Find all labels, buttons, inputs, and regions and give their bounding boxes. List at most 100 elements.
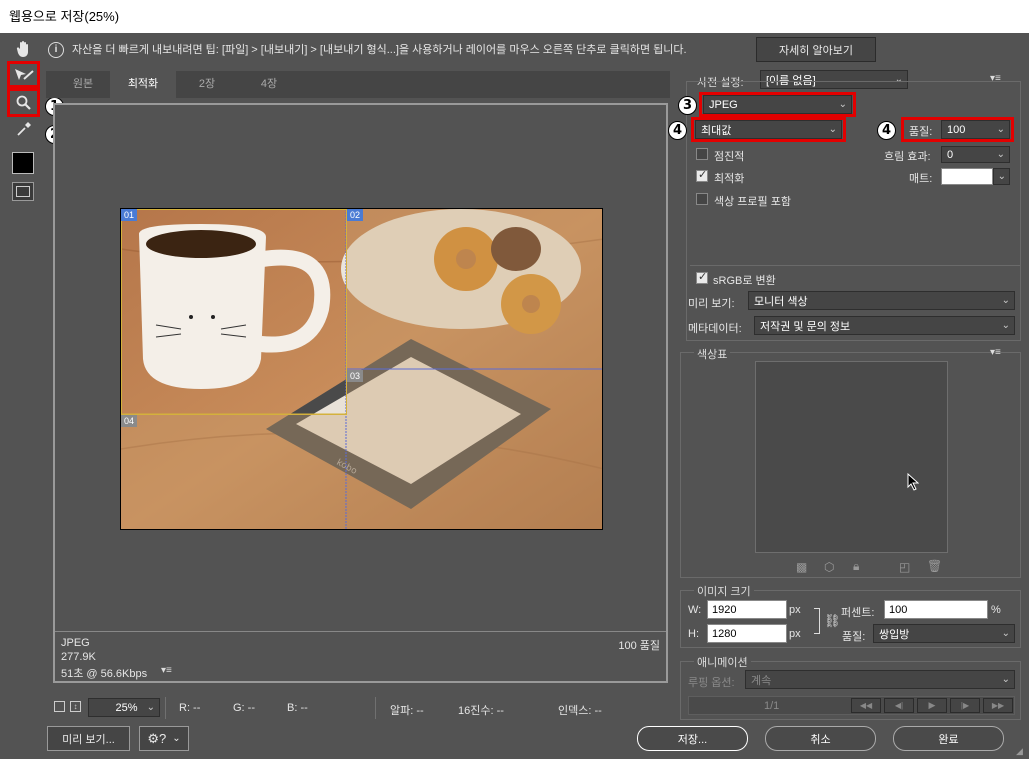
checkmark-icon: ✓ bbox=[698, 271, 708, 283]
width-label: W: bbox=[688, 604, 702, 616]
quality-input[interactable]: 100 ⌄ bbox=[941, 120, 1010, 139]
frame-counter: 1/1 bbox=[764, 700, 780, 712]
toggle-slices-icon[interactable] bbox=[12, 182, 34, 201]
eyedropper-icon[interactable] bbox=[10, 117, 38, 141]
slice-label-02: 02 bbox=[347, 209, 364, 221]
embed-profile-label: 색상 프로필 포함 bbox=[714, 196, 791, 208]
status-separator bbox=[165, 697, 166, 719]
hand-icon[interactable] bbox=[10, 37, 38, 61]
color-table-menu-icon[interactable]: ▾≡ bbox=[990, 347, 1001, 358]
optimized-checkbox[interactable]: ✓ bbox=[696, 169, 708, 182]
matte-dropdown[interactable]: ⌄ bbox=[993, 168, 1010, 185]
web-snap-icon[interactable]: ⬡ bbox=[824, 560, 834, 574]
save-button[interactable]: 저장... bbox=[637, 726, 748, 751]
play-icon[interactable]: ▶ bbox=[917, 698, 947, 713]
info-format: JPEG bbox=[61, 637, 90, 649]
status-hex: 16진수: -- bbox=[458, 705, 504, 717]
chevron-down-icon: ⌄ bbox=[1001, 320, 1010, 331]
learn-more-button[interactable]: 자세히 알아보기 bbox=[756, 37, 876, 62]
status-b: B: -- bbox=[287, 702, 308, 714]
sync-view-icon[interactable]: ↕ bbox=[70, 701, 81, 712]
chevron-down-icon: ⌄ bbox=[146, 702, 155, 713]
browser-preview-button[interactable]: ⚙? ⌄ bbox=[139, 726, 189, 751]
map-transparency-icon[interactable]: ▩ bbox=[796, 560, 807, 574]
chevron-down-icon: ⌄ bbox=[838, 99, 847, 110]
resample-label: 품질: bbox=[842, 631, 866, 643]
divider bbox=[690, 265, 1020, 266]
color-table-label: 색상표 bbox=[694, 346, 731, 362]
resize-grip-icon[interactable]: ◢ bbox=[1016, 746, 1023, 757]
metadata-select[interactable]: 저작권 및 문의 정보 ⌄ bbox=[754, 316, 1015, 335]
annotation-badge-4a: 4 bbox=[668, 121, 687, 140]
browser-help-icon: ⚙? bbox=[147, 730, 167, 746]
quality-value: 100 bbox=[947, 123, 966, 136]
preview-button[interactable]: 미리 보기... bbox=[47, 726, 130, 751]
tab-4up[interactable]: 4장 bbox=[238, 71, 300, 98]
preview-select[interactable]: 모니터 색상 ⌄ bbox=[748, 291, 1015, 310]
chevron-down-icon: ⌄ bbox=[172, 733, 181, 744]
quality-level-value: 최대값 bbox=[701, 124, 732, 137]
quality-level-select[interactable]: 최대값 ⌄ bbox=[695, 120, 842, 139]
blur-input[interactable]: 0 ⌄ bbox=[941, 146, 1010, 163]
percent-unit: % bbox=[991, 604, 1001, 616]
tab-optimized[interactable]: 최적화 bbox=[110, 71, 176, 98]
height-unit: px bbox=[789, 628, 801, 640]
progressive-checkbox[interactable] bbox=[696, 148, 708, 160]
zoom-select[interactable]: 25% ⌄ bbox=[88, 698, 160, 717]
color-swatch[interactable] bbox=[12, 152, 34, 174]
blur-value: 0 bbox=[947, 148, 954, 161]
matte-swatch[interactable] bbox=[941, 168, 993, 185]
status-g: G: -- bbox=[233, 702, 255, 714]
tip-text: 자산을 더 빠르게 내보내려면 팁: [파일] > [내보내기] > [내보내기… bbox=[72, 44, 687, 56]
embed-profile-checkbox[interactable] bbox=[696, 193, 708, 205]
loop-select[interactable]: 계속 ⌄ bbox=[745, 670, 1015, 689]
next-frame-icon[interactable]: |▶ bbox=[950, 698, 980, 713]
srgb-checkbox[interactable]: ✓ bbox=[696, 271, 708, 284]
slice-label-01: 01 bbox=[121, 209, 138, 221]
info-download-time: 51초 @ 56.6Kbps bbox=[61, 668, 148, 680]
height-label: H: bbox=[688, 628, 699, 640]
quality-label: 품질: bbox=[909, 126, 933, 138]
cancel-button[interactable]: 취소 bbox=[765, 726, 876, 751]
chevron-down-icon: ⌄ bbox=[1001, 295, 1010, 306]
tab-original[interactable]: 원본 bbox=[56, 71, 110, 98]
format-select[interactable]: JPEG ⌄ bbox=[703, 95, 852, 114]
percent-input[interactable]: 100 bbox=[884, 600, 988, 619]
slice-label-03: 03 bbox=[347, 370, 364, 382]
loop-label: 루핑 옵션: bbox=[688, 677, 735, 689]
metadata-label: 메타데이터: bbox=[688, 323, 742, 335]
resample-select[interactable]: 쌍입방 ⌄ bbox=[873, 624, 1015, 643]
image-size-label: 이미지 크기 bbox=[694, 583, 754, 599]
checkmark-icon: ✓ bbox=[698, 169, 708, 181]
first-frame-icon[interactable]: ◀◀ bbox=[851, 698, 881, 713]
preview-canvas[interactable]: kobo 01 02 03 04 JPEG 277.9K 51초 @ 56.6K… bbox=[53, 103, 668, 683]
width-input[interactable]: 1920 bbox=[707, 600, 787, 619]
window-title: 웹용으로 저장(25%) bbox=[0, 0, 1029, 33]
percent-label: 퍼센트: bbox=[841, 607, 875, 619]
format-value: JPEG bbox=[709, 98, 738, 111]
annotation-badge-4b: 4 bbox=[877, 121, 896, 140]
chevron-down-icon: ⌄ bbox=[1001, 674, 1010, 685]
prev-frame-icon[interactable]: ◀| bbox=[884, 698, 914, 713]
progressive-label: 점진적 bbox=[714, 151, 745, 163]
annotation-badge-3: 3 bbox=[678, 96, 697, 115]
view-tabs: 원본 최적화 2장 4장 bbox=[46, 71, 670, 98]
height-input[interactable]: 1280 bbox=[707, 624, 787, 643]
new-color-icon[interactable]: ◰ bbox=[899, 560, 910, 574]
last-frame-icon[interactable]: ▶▶ bbox=[983, 698, 1013, 713]
tab-2up[interactable]: 2장 bbox=[176, 71, 238, 98]
lock-icon[interactable]: 🔒︎ bbox=[853, 559, 859, 574]
srgb-label: sRGB로 변환 bbox=[713, 275, 776, 287]
slice-select-icon[interactable] bbox=[7, 61, 40, 88]
zoom-icon[interactable] bbox=[7, 88, 40, 117]
info-divider bbox=[55, 631, 666, 632]
info-icon: i bbox=[48, 42, 64, 58]
matte-label: 매트: bbox=[909, 173, 933, 185]
link-icon[interactable]: ⛓︎ bbox=[824, 613, 841, 629]
single-view-icon[interactable] bbox=[54, 701, 65, 712]
trash-icon[interactable]: 🗑︎ bbox=[927, 559, 942, 573]
info-menu-icon[interactable]: ▾≡ bbox=[161, 665, 172, 676]
preview-image[interactable]: kobo 01 02 03 04 bbox=[120, 208, 603, 530]
color-table-area[interactable] bbox=[755, 361, 948, 553]
done-button[interactable]: 완료 bbox=[893, 726, 1004, 751]
